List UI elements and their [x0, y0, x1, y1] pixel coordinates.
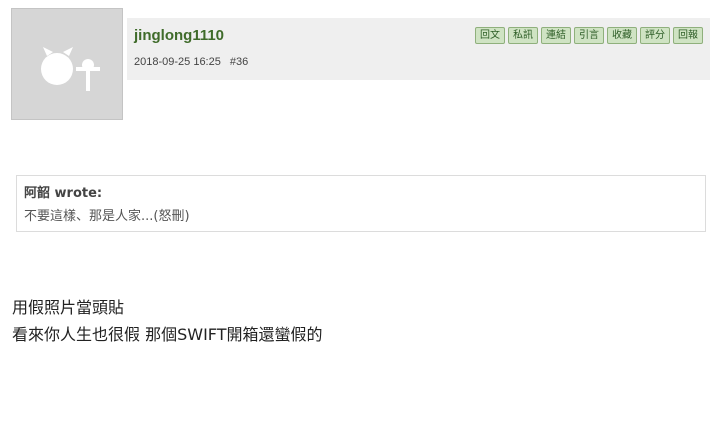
- private-message-button[interactable]: 私訊: [508, 27, 538, 44]
- quote-text: 不要這樣、那是人家...(怒刪): [24, 209, 190, 224]
- default-avatar-icon: [41, 47, 100, 91]
- post-actions: 回文 私訊 連結 引言 收藏 評分 回報: [475, 27, 703, 44]
- reply-button[interactable]: 回文: [475, 27, 505, 44]
- quote-block: 阿韶 wrote: 不要這樣、那是人家...(怒刪): [16, 175, 706, 232]
- quote-button[interactable]: 引言: [574, 27, 604, 44]
- post-body-line: 看來你人生也很假 那個SWIFT開箱還蠻假的: [12, 325, 323, 344]
- link-button[interactable]: 連結: [541, 27, 571, 44]
- rate-button[interactable]: 評分: [640, 27, 670, 44]
- avatar[interactable]: [11, 8, 123, 120]
- post-meta: 2018-09-25 16:25 #36: [134, 56, 254, 68]
- report-button[interactable]: 回報: [673, 27, 703, 44]
- username-link[interactable]: jinglong1110: [134, 27, 224, 44]
- post-body-line: 用假照片當頭貼: [12, 298, 125, 317]
- post-floor-number: #36: [229, 56, 249, 68]
- post-datetime: 2018-09-25 16:25: [134, 56, 221, 68]
- post-body: 用假照片當頭貼 看來你人生也很假 那個SWIFT開箱還蠻假的: [12, 294, 322, 348]
- quote-author: 阿韶 wrote:: [24, 186, 103, 201]
- post-header: jinglong1110 2018-09-25 16:25 #36 回文 私訊 …: [127, 18, 710, 80]
- favorite-button[interactable]: 收藏: [607, 27, 637, 44]
